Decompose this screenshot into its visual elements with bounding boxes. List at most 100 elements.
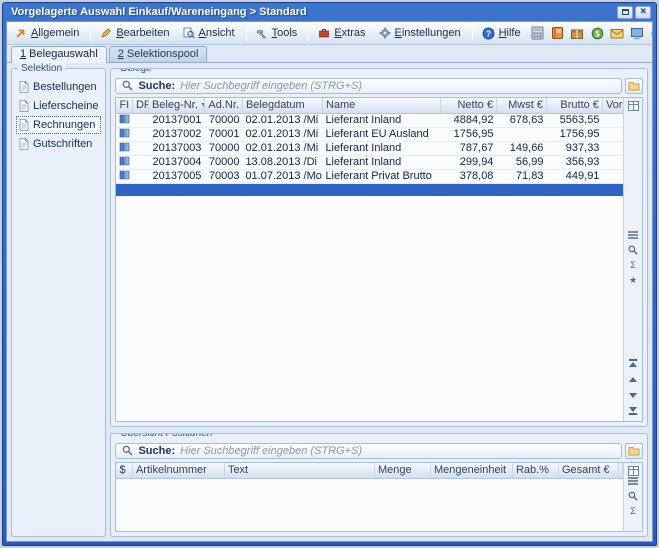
- zoom-button[interactable]: [625, 489, 642, 503]
- cell-brutto: 449,91: [546, 169, 602, 183]
- cell-beleg-nr: 20137005: [148, 169, 204, 183]
- col-name[interactable]: Name: [322, 98, 440, 113]
- close-button[interactable]: ×: [635, 6, 651, 19]
- details-button[interactable]: [625, 474, 642, 488]
- sidebar-item-gutschriften[interactable]: Gutschriften: [16, 135, 101, 153]
- menu-extras[interactable]: Extras: [313, 24, 372, 42]
- belege-folder-button[interactable]: [625, 78, 643, 94]
- calculator-button[interactable]: [529, 25, 546, 41]
- sum-button[interactable]: Σ: [625, 504, 642, 518]
- col-vorgang[interactable]: Vorgang: [602, 98, 623, 113]
- scroll-up-button[interactable]: [625, 372, 642, 386]
- favorite-button[interactable]: ★: [625, 273, 642, 287]
- cell-mwst: 56,99: [496, 155, 546, 169]
- main-toolbar: Allgemein Bearbeiten Ansicht Tools: [7, 22, 652, 45]
- folder-icon: [628, 81, 640, 91]
- cell-mwst: [496, 127, 546, 141]
- magnifier-icon: [628, 245, 638, 255]
- col-beleg-nr[interactable]: Beleg-Nr.: [148, 98, 204, 113]
- help-icon: ?: [482, 27, 495, 40]
- positionen-table: $ Artikelnummer Text Menge Mengeneinheit…: [116, 463, 623, 531]
- belege-side-strip: Σ ★: [623, 98, 642, 421]
- sidebar-item-lieferscheine[interactable]: Lieferscheine: [16, 97, 101, 115]
- column-chooser-button[interactable]: [625, 99, 642, 113]
- menu-ansicht[interactable]: Ansicht: [178, 24, 242, 42]
- positionen-search-bar[interactable]: Suche:: [115, 443, 622, 459]
- col-mwst[interactable]: Mwst €: [496, 98, 546, 113]
- tab-bar: 1 Belegauswahl 2 Selektionspool: [7, 45, 652, 63]
- scroll-last-button[interactable]: [625, 404, 642, 418]
- main-column: Belege Suche:: [110, 68, 648, 537]
- scroll-first-button[interactable]: [625, 356, 642, 370]
- pencil-icon: [100, 27, 112, 39]
- col-fi[interactable]: FI: [116, 98, 132, 113]
- positionen-folder-button[interactable]: [625, 443, 643, 459]
- calculator-icon: [531, 26, 544, 40]
- cell-beleg-nr: 20137002: [148, 127, 204, 141]
- cell-icon: [116, 169, 132, 183]
- menu-allgemein[interactable]: Allgemein: [10, 24, 86, 42]
- package-button[interactable]: [569, 25, 586, 41]
- restore-button[interactable]: [617, 6, 633, 19]
- monitor-button[interactable]: [629, 25, 646, 41]
- col-mengeneinheit[interactable]: Mengeneinheit: [430, 463, 512, 478]
- book-icon: [119, 156, 130, 166]
- cell-belegdatum: 02.01.2013 /Mi: [242, 127, 322, 141]
- col-ad-nr[interactable]: Ad.Nr.: [204, 98, 242, 113]
- monitor-icon: [630, 27, 644, 40]
- col-artikelnummer[interactable]: Artikelnummer: [132, 463, 224, 478]
- table-row[interactable]: 20137004 70000 13.08.2013 /Di Lieferant …: [116, 155, 623, 169]
- col-brutto[interactable]: Brutto €: [546, 98, 602, 113]
- cell-beleg-nr: 20137001: [148, 113, 204, 127]
- cell-mwst: 71,83: [496, 169, 546, 183]
- menu-bearbeiten[interactable]: Bearbeiten: [95, 24, 176, 42]
- menu-tools[interactable]: Tools: [251, 24, 305, 42]
- zoom-button[interactable]: [625, 243, 642, 257]
- belege-search-bar[interactable]: Suche:: [115, 78, 622, 94]
- belege-search-input[interactable]: [180, 80, 615, 92]
- tab-belegauswahl[interactable]: 1 Belegauswahl: [11, 46, 107, 63]
- details-button[interactable]: [625, 228, 642, 242]
- titlebar[interactable]: Vorgelagerte Auswahl Einkauf/Wareneingan…: [6, 3, 653, 21]
- col-status[interactable]: $: [116, 463, 132, 478]
- table-row[interactable]: 20137002 70001 02.01.2013 /Mi Lieferant …: [116, 127, 623, 141]
- list-icon: [628, 477, 638, 485]
- col-menge[interactable]: Menge: [374, 463, 430, 478]
- col-belegdatum[interactable]: Belegdatum: [242, 98, 322, 113]
- mail-icon: [610, 28, 624, 39]
- sum-button[interactable]: Σ: [625, 258, 642, 272]
- col-netto[interactable]: Netto €: [440, 98, 496, 113]
- up-icon: [629, 377, 637, 382]
- mail-button[interactable]: [609, 25, 626, 41]
- scroll-down-button[interactable]: [625, 388, 642, 402]
- book-icon: [119, 114, 130, 124]
- positionen-panel: Übersicht Positionen Suche:: [110, 433, 648, 537]
- table-row[interactable]: 20137003 70000 02.01.2013 /Mi Lieferant …: [116, 141, 623, 155]
- belege-panel: Belege Suche:: [110, 68, 648, 427]
- cell-name: Lieferant Inland: [322, 155, 440, 169]
- cell-dr: [132, 155, 148, 169]
- sidebar-item-bestellungen[interactable]: Bestellungen: [16, 78, 101, 96]
- menu-einstellungen[interactable]: Einstellungen: [374, 24, 468, 42]
- arrow-ne-icon: [15, 27, 27, 39]
- col-gesamt[interactable]: Gesamt €: [558, 463, 618, 478]
- currency-button[interactable]: $: [589, 25, 606, 41]
- sidebar-item-rechnungen[interactable]: Rechnungen: [16, 116, 101, 134]
- cell-belegdatum: 02.01.2013 /Mi: [242, 141, 322, 155]
- search-icon: [122, 445, 133, 456]
- journal-button[interactable]: [549, 25, 566, 41]
- table-row[interactable]: 20137005 70003 01.07.2013 /Mo Lieferant …: [116, 169, 623, 183]
- toolbox-icon: [318, 27, 330, 39]
- cell-ad-nr: 70001: [204, 127, 242, 141]
- col-rab[interactable]: Rab.%: [512, 463, 558, 478]
- tab-selektionspool[interactable]: 2 Selektionspool: [109, 46, 208, 62]
- selected-row[interactable]: [116, 183, 623, 195]
- table-row[interactable]: 20137001 70000 02.01.2013 /Mi Lieferant …: [116, 113, 623, 127]
- info-button[interactable]: i: [649, 25, 653, 41]
- col-dr[interactable]: DR: [132, 98, 148, 113]
- positionen-search-input[interactable]: [180, 445, 615, 457]
- search-label: Suche:: [138, 445, 175, 457]
- positionen-side-strip: Σ: [623, 463, 642, 531]
- col-text[interactable]: Text: [224, 463, 374, 478]
- menu-hilfe[interactable]: ? Hilfe: [477, 24, 528, 43]
